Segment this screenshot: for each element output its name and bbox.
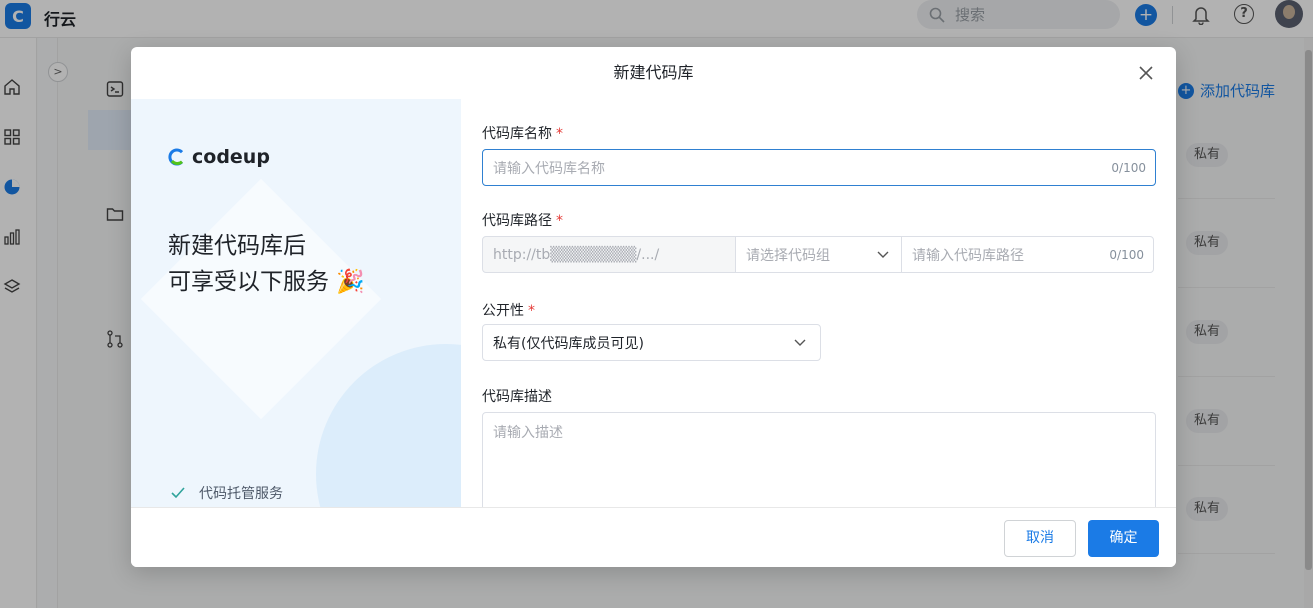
promo-headline-1: 新建代码库后 [168, 233, 306, 259]
promo-headline-2: 可享受以下服务 🎉 [168, 269, 365, 295]
codeup-logo-icon [168, 148, 184, 166]
cancel-button[interactable]: 取消 [1004, 520, 1076, 557]
feature-label: 代码托管服务 [199, 486, 283, 502]
dialog-footer: 取消 确定 [131, 507, 1176, 567]
chevron-down-icon [877, 251, 889, 258]
description-placeholder: 请输入描述 [493, 425, 563, 441]
confirm-button[interactable]: 确定 [1088, 520, 1159, 557]
repo-name-counter: 0/100 [1111, 160, 1146, 175]
decorative-circle [316, 344, 461, 507]
close-icon[interactable] [1136, 63, 1156, 83]
repo-path-input[interactable]: 请输入代码库路径 0/100 [901, 236, 1154, 273]
repo-path-placeholder: 请输入代码库路径 [912, 247, 1024, 264]
codeup-logo: codeup [168, 146, 270, 168]
new-repo-dialog: 新建代码库 codeup 新建代码库后 可享受以下服务 🎉 代码托管服务 代码库… [131, 47, 1176, 567]
repo-path-prefix: http://tb▒▒▒▒▒▒▒▒/.../ [482, 236, 736, 273]
feature-item: 代码托管服务 [171, 483, 283, 503]
repo-name-input[interactable]: 请输入代码库名称 0/100 [482, 149, 1156, 186]
code-group-select[interactable]: 请选择代码组 [735, 236, 902, 273]
repo-path-counter: 0/100 [1109, 247, 1144, 262]
visibility-value: 私有(仅代码库成员可见) [493, 335, 644, 352]
visibility-select[interactable]: 私有(仅代码库成员可见) [482, 324, 821, 361]
repo-form: 代码库名称 * 请输入代码库名称 0/100 代码库路径 * http://tb▒▒… [461, 99, 1176, 522]
codeup-logo-text: codeup [192, 146, 270, 168]
chevron-down-icon [794, 339, 806, 346]
check-icon [171, 487, 185, 499]
repo-name-placeholder: 请输入代码库名称 [493, 160, 605, 177]
description-textarea[interactable]: 请输入描述 [482, 412, 1156, 522]
description-label: 代码库描述 [482, 389, 552, 405]
visibility-label: 公开性 * [482, 303, 535, 319]
dialog-title: 新建代码库 [613, 63, 694, 82]
code-group-placeholder: 请选择代码组 [746, 247, 830, 264]
repo-path-label: 代码库路径 * [482, 213, 563, 229]
repo-name-label: 代码库名称 * [482, 126, 563, 142]
promo-panel: codeup 新建代码库后 可享受以下服务 🎉 代码托管服务 [131, 99, 461, 507]
repo-path-prefix-text: http://tb▒▒▒▒▒▒▒▒/.../ [493, 246, 660, 263]
